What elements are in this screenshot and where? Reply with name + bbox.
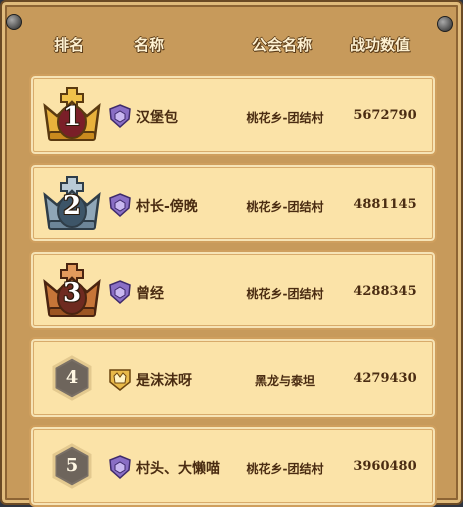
nail-icon [6,14,22,30]
hexagon-rank-icon: 4 [41,345,103,411]
leaderboard-header: 排名 名称 公会名称 战功数值 [2,29,463,61]
rank-number: 2 [62,191,82,221]
guild-name: 桃花乡-团结村 [246,462,324,476]
guild-name: 桃花乡-团结村 [246,287,324,301]
battle-merit-value: 5672790 [353,108,417,123]
purple-guild-shield-icon [109,455,131,479]
header-rank: 排名 [54,36,85,54]
purple-guild-shield-icon [109,280,131,304]
bronze-crown-icon: 3 [41,258,103,324]
gold-guild-shield-icon [109,369,131,391]
header-power: 战功数值 [350,36,411,54]
leaderboard-row[interactable]: 5 村头、大懒喵 桃花乡-团结村 3960480 [29,425,437,507]
header-guild: 公会名称 [252,36,313,54]
player-name: 汉堡包 [136,110,178,126]
leaderboard-row[interactable]: 3 曾经 桃花乡-团结村 4288345 [29,250,437,330]
player-name: 村长-傍晚 [136,199,198,215]
purple-guild-shield-icon [109,193,131,217]
battle-merit-value: 3960480 [353,459,417,474]
leaderboard-row[interactable]: 1 汉堡包 桃花乡-团结村 5672790 [29,74,437,156]
hexagon-rank-icon: 5 [41,433,103,499]
player-name: 村头、大懒喵 [136,461,220,477]
rank-number: 1 [62,102,82,132]
guild-name: 桃花乡-团结村 [246,200,324,214]
gold-crown-icon: 1 [41,82,103,148]
guild-name: 桃花乡-团结村 [246,111,324,125]
purple-guild-shield-icon [109,104,131,128]
leaderboard-panel: 排名 名称 公会名称 战功数值 1 汉堡包 桃花乡-团结村 5672790 2 … [0,0,463,507]
header-name: 名称 [134,36,165,54]
battle-merit-value: 4881145 [353,197,417,212]
battle-merit-value: 4279430 [353,371,417,386]
battle-merit-value: 4288345 [353,284,417,299]
rank-number: 5 [65,455,79,476]
leaderboard-row[interactable]: 4 是沫沫呀 黑龙与泰坦 4279430 [29,337,437,419]
rank-number: 4 [65,367,79,388]
player-name: 曾经 [136,286,164,302]
player-name: 是沫沫呀 [136,373,192,389]
rank-number: 3 [62,278,82,308]
leaderboard-row[interactable]: 2 村长-傍晚 桃花乡-团结村 4881145 [29,163,437,243]
silver-crown-icon: 2 [41,171,103,237]
guild-name: 黑龙与泰坦 [254,374,315,388]
